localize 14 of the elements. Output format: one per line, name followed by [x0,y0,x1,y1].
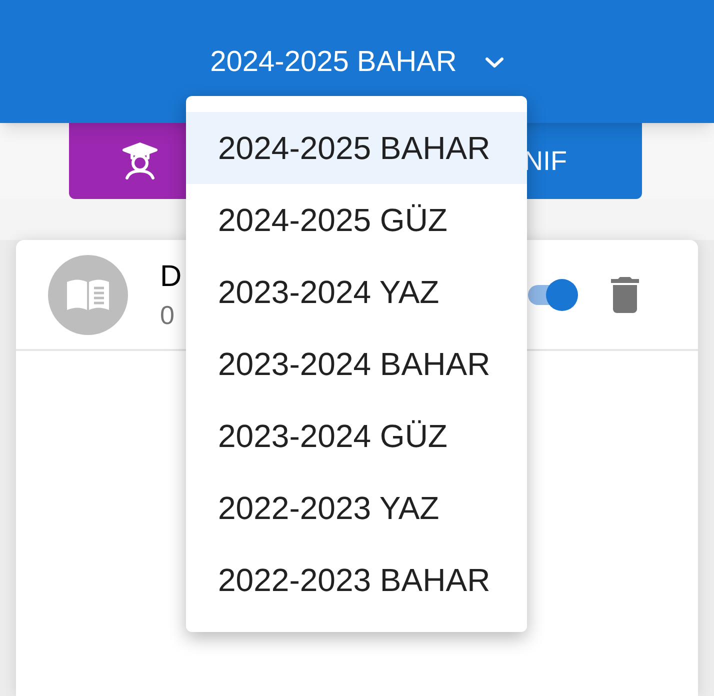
student-icon [122,142,158,180]
semester-option[interactable]: 2022-2023 YAZ [186,472,527,544]
course-subtitle: 0 [160,300,176,330]
toggle-switch[interactable] [528,278,578,310]
semester-option[interactable]: 2022-2023 BAHAR [186,544,527,616]
delete-icon[interactable] [611,276,639,312]
course-title: D [160,260,182,294]
semester-option[interactable]: 2024-2025 BAHAR [186,112,527,184]
semester-option[interactable]: 2023-2024 GÜZ [186,400,527,472]
semester-option[interactable]: 2023-2024 YAZ [186,256,527,328]
chevron-down-icon [484,57,504,68]
semester-select[interactable]: 2024-2025 BAHAR [210,46,504,77]
semester-option[interactable]: 2024-2025 GÜZ [186,184,527,256]
semester-option[interactable]: 2023-2024 BAHAR [186,328,527,400]
